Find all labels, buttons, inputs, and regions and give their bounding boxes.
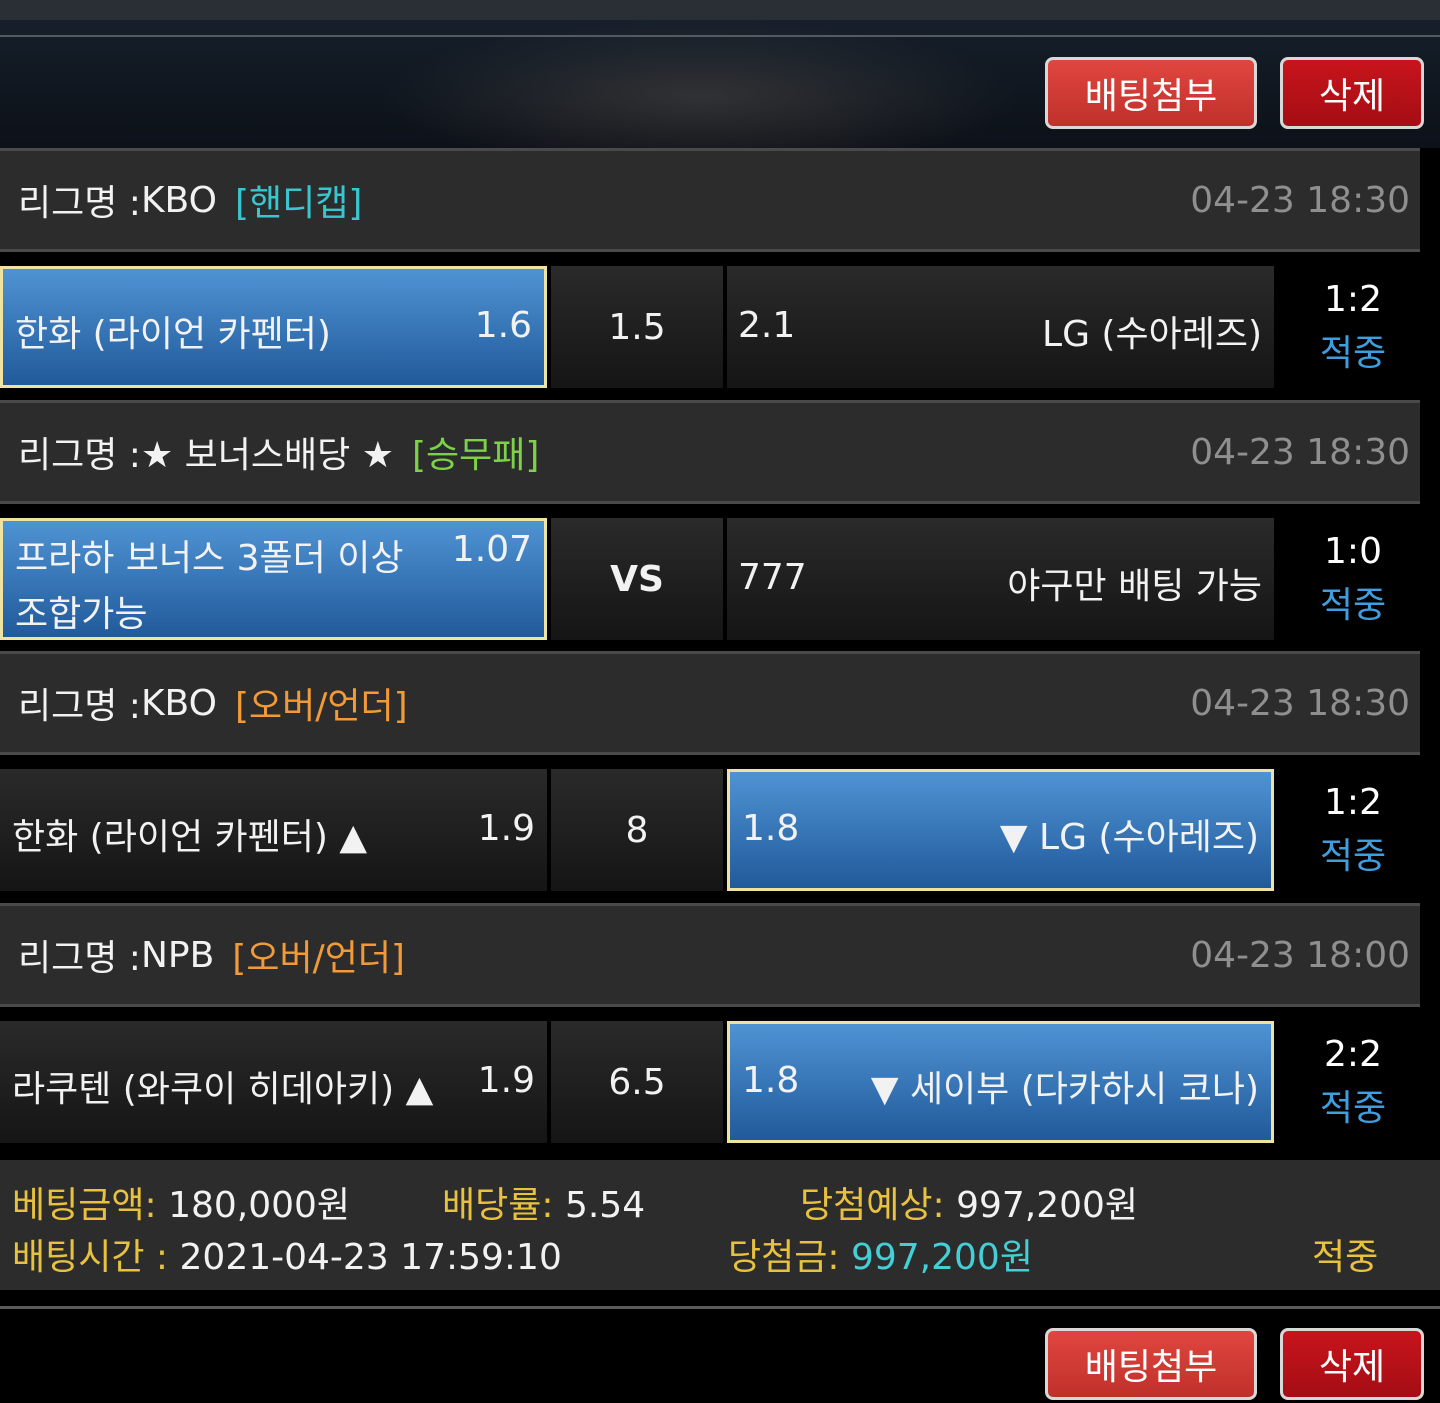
attach-bet-button-bottom[interactable]: 배팅첨부	[1045, 1328, 1257, 1400]
handicap-value: 1.5	[608, 306, 666, 348]
league-title: KBO	[140, 682, 217, 724]
result-badge: 적중	[1319, 585, 1387, 626]
bet-type-tag: [오버/언더]	[232, 938, 405, 979]
handicap-cell[interactable]: 1.5	[551, 266, 723, 388]
expected-win-label: 당첨예상:	[800, 1185, 945, 1226]
away-team-cell[interactable]: 1.8 ▼ LG (수아레즈)	[727, 769, 1274, 891]
bet-summary: 베팅금액: 180,000원 배당률: 5.54 당첨예상: 997,200원 …	[0, 1160, 1440, 1290]
match-time: 04-23 18:00	[1190, 934, 1410, 976]
away-team-cell[interactable]: 1.8 ▼ 세이부 (다카하시 코나)	[727, 1021, 1274, 1143]
total-line-value: 6.5	[608, 1061, 666, 1103]
score: 2:2	[1324, 1034, 1382, 1075]
expected-win-value: 997,200원	[956, 1185, 1139, 1226]
score-cell: 1:2 적중	[1286, 266, 1420, 388]
score: 1:2	[1324, 782, 1382, 823]
home-team-cell[interactable]: 한화 (라이언 카펜터) 1.6	[0, 266, 547, 388]
away-odds: 2.1	[738, 305, 796, 346]
away-odds: 777	[738, 557, 807, 598]
vs-cell[interactable]: VS	[551, 518, 723, 640]
bet-amount-label: 베팅금액:	[12, 1185, 157, 1226]
match-time: 04-23 18:30	[1190, 682, 1410, 724]
home-team-cell[interactable]: 한화 (라이언 카펜터) ▲ 1.9	[0, 769, 547, 891]
league-row-2: 리그명 : ★ 보너스배당 ★ [승무패] 04-23 18:30	[0, 400, 1420, 504]
home-team-name-line1: 프라하 보너스 3폴더 이상	[15, 538, 404, 579]
prize-label: 당첨금:	[728, 1237, 840, 1278]
bet-type-tag: [핸디캡]	[234, 183, 363, 224]
league-row-4: 리그명 : NPB [오버/언더] 04-23 18:00	[0, 903, 1420, 1007]
total-line-cell[interactable]: 8	[551, 769, 723, 891]
league-row-1: 리그명 : KBO [핸디캡] 04-23 18:30	[0, 148, 1420, 252]
league-name: 리그명 : KBO [핸디캡]	[18, 151, 362, 249]
league-prefix: 리그명 :	[18, 686, 141, 727]
league-name: 리그명 : ★ 보너스배당 ★ [승무패]	[18, 403, 539, 501]
home-team-name-line2: 조합가능	[15, 594, 148, 635]
score-cell: 1:2 적중	[1286, 769, 1420, 891]
odds-rate: 배당률: 5.54	[442, 1176, 645, 1228]
league-prefix: 리그명 :	[18, 938, 141, 979]
result-badge: 적중	[1319, 836, 1387, 877]
total-line-cell[interactable]: 6.5	[551, 1021, 723, 1143]
bet-amount-value: 180,000원	[168, 1185, 351, 1226]
league-prefix: 리그명 :	[18, 183, 141, 224]
bet-amount: 베팅금액: 180,000원	[12, 1176, 350, 1228]
away-team-name: 야구만 배팅 가능	[1007, 566, 1262, 607]
vs-label: VS	[610, 558, 664, 600]
bet-status: 적중	[1312, 1237, 1379, 1278]
away-team-name: LG (수아레즈)	[1042, 314, 1262, 355]
away-odds: 1.8	[742, 1060, 800, 1101]
bet-time: 배팅시간 : 2021-04-23 17:59:10	[12, 1228, 562, 1280]
odds-rate-value: 5.54	[564, 1185, 646, 1226]
away-team-name: ▼ LG (수아레즈)	[999, 817, 1259, 858]
delete-button-bottom[interactable]: 삭제	[1280, 1328, 1424, 1400]
home-team-name: 한화 (라이언 카펜터) ▲	[12, 817, 368, 858]
league-prefix: 리그명 :	[18, 435, 141, 476]
league-title: KBO	[140, 179, 217, 221]
bet-time-label: 배팅시간 :	[12, 1237, 169, 1278]
match-time: 04-23 18:30	[1190, 431, 1410, 473]
away-odds: 1.8	[742, 808, 800, 849]
home-odds: 1.9	[477, 808, 535, 849]
score: 1:2	[1324, 279, 1382, 320]
league-title: ★ 보너스배당 ★	[140, 435, 394, 476]
away-team-cell[interactable]: 777 야구만 배팅 가능	[727, 518, 1274, 640]
league-name: 리그명 : KBO [오버/언더]	[18, 654, 408, 752]
home-odds: 1.07	[451, 529, 532, 570]
section-divider	[0, 1306, 1440, 1309]
league-name: 리그명 : NPB [오버/언더]	[18, 906, 405, 1004]
banner-image	[380, 20, 1020, 148]
match-time: 04-23 18:30	[1190, 179, 1410, 221]
away-team-name: ▼ 세이부 (다카하시 코나)	[870, 1069, 1259, 1110]
banner-stripe	[0, 0, 1440, 20]
home-odds: 1.6	[474, 305, 532, 346]
score-cell: 2:2 적중	[1286, 1021, 1420, 1143]
attach-bet-button-top[interactable]: 배팅첨부	[1045, 57, 1257, 129]
home-odds: 1.9	[477, 1060, 535, 1101]
home-team-name: 라쿠텐 (와쿠이 히데아키) ▲	[12, 1069, 434, 1110]
league-row-3: 리그명 : KBO [오버/언더] 04-23 18:30	[0, 651, 1420, 755]
prize-value: 997,200원	[850, 1237, 1033, 1278]
odds-rate-label: 배당률:	[442, 1185, 554, 1226]
bet-type-tag: [오버/언더]	[234, 686, 408, 727]
result-badge: 적중	[1319, 1088, 1387, 1129]
total-line-value: 8	[625, 809, 649, 851]
league-title: NPB	[140, 934, 215, 976]
bet-type-tag: [승무패]	[411, 435, 540, 476]
score: 1:0	[1324, 531, 1382, 572]
prize: 당첨금: 997,200원	[728, 1228, 1033, 1280]
score-cell: 1:0 적중	[1286, 518, 1420, 640]
expected-win: 당첨예상: 997,200원	[800, 1176, 1138, 1228]
delete-button-top[interactable]: 삭제	[1280, 57, 1424, 129]
home-team-cell[interactable]: 라쿠텐 (와쿠이 히데아키) ▲ 1.9	[0, 1021, 547, 1143]
result-badge: 적중	[1319, 333, 1387, 374]
home-team-name: 한화 (라이언 카펜터)	[15, 314, 331, 355]
home-team-cell[interactable]: 프라하 보너스 3폴더 이상 조합가능 1.07	[0, 518, 547, 640]
bet-time-value: 2021-04-23 17:59:10	[179, 1237, 562, 1278]
away-team-cell[interactable]: 2.1 LG (수아레즈)	[727, 266, 1274, 388]
